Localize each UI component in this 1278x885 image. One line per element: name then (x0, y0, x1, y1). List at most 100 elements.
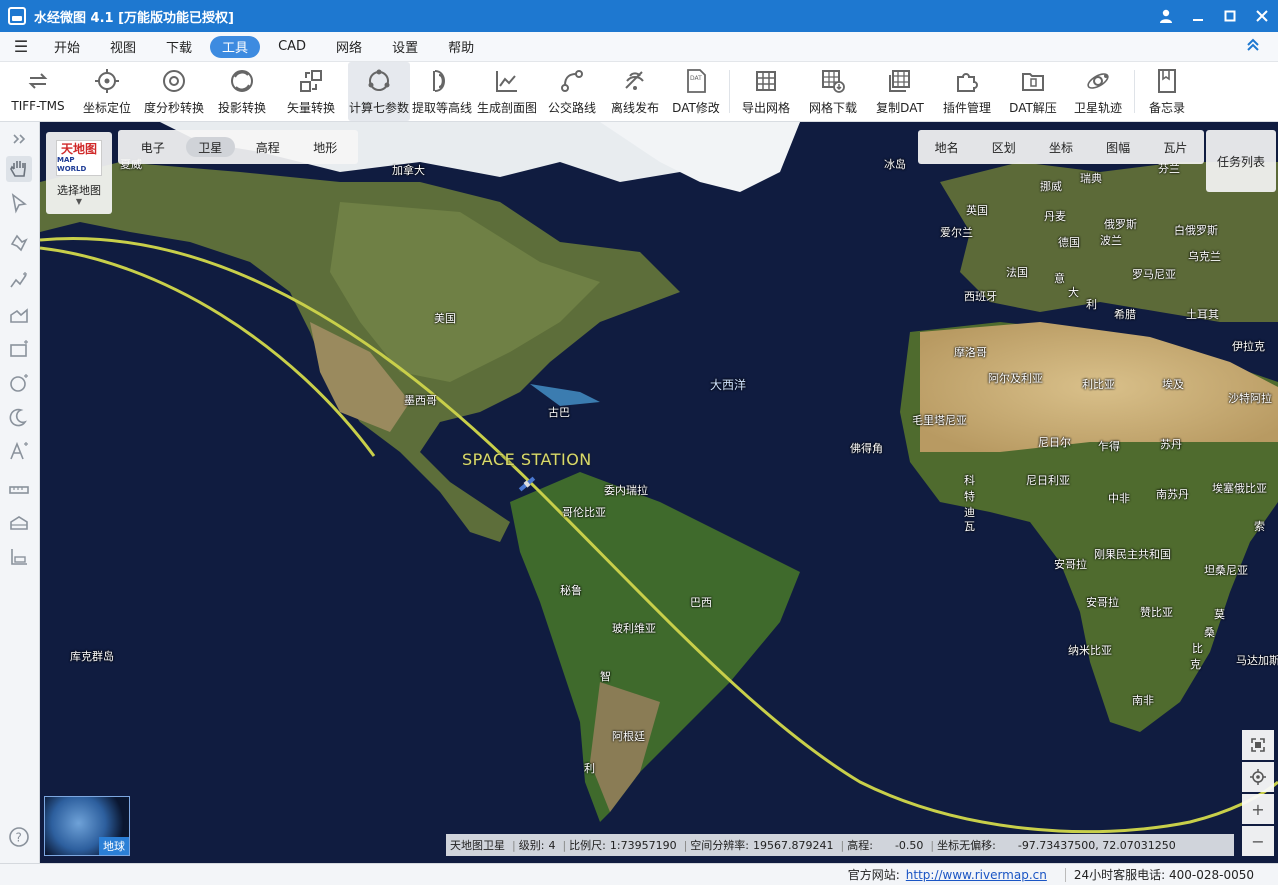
menu-start[interactable]: 开始 (42, 36, 92, 58)
menu-network[interactable]: 网络 (324, 36, 374, 58)
map-label: 南非 (1132, 694, 1154, 707)
globe-view-button[interactable]: 地球 (44, 796, 130, 856)
tool-extract-contour[interactable]: 提取等高线 (410, 62, 474, 121)
task-list-button[interactable]: 任务列表 (1206, 130, 1276, 192)
tool-vector-convert[interactable]: 矢量转换 (274, 62, 348, 121)
tool-grid-download[interactable]: 网格下载 (799, 62, 867, 121)
expand-icon[interactable] (6, 126, 32, 152)
menu-cad[interactable]: CAD (266, 36, 318, 58)
map-label: 利 (584, 762, 595, 775)
tool-dat-edit[interactable]: DAT DAT修改 (666, 62, 726, 121)
zoom-in-icon[interactable]: + (1242, 794, 1274, 824)
map-label: 白俄罗斯 (1174, 224, 1218, 237)
tool-memo[interactable]: 备忘录 (1138, 62, 1196, 121)
map-label: 毛里塔尼亚 (912, 414, 967, 427)
tool-coordinate-locate[interactable]: 坐标定位 (76, 62, 138, 121)
layer-sheets[interactable]: 图幅 (1106, 139, 1130, 156)
menu-view[interactable]: 视图 (98, 36, 148, 58)
maximize-icon[interactable] (1214, 0, 1246, 32)
tool-label: 导出网格 (741, 101, 790, 115)
tool-dms-convert[interactable]: 度分秒转换 (138, 62, 210, 121)
zoom-out-icon[interactable]: − (1242, 826, 1274, 856)
minimize-icon[interactable] (1182, 0, 1214, 32)
status-scale: 1:73957190 (609, 838, 677, 852)
fullscreen-icon[interactable] (1242, 730, 1274, 760)
map-type-terrain[interactable]: 地形 (301, 137, 351, 157)
menu-tools[interactable]: 工具 (210, 35, 261, 58)
map-type-elevation[interactable]: 高程 (243, 137, 293, 157)
draw-area-icon[interactable] (6, 302, 32, 328)
memo-icon (1154, 68, 1180, 94)
user-icon[interactable] (1150, 0, 1182, 32)
map-label: 埃塞俄比亚 (1212, 482, 1267, 495)
map-type-electronic[interactable]: 电子 (128, 137, 178, 157)
map-label: 德国 (1058, 236, 1080, 249)
select-arrow-icon[interactable] (6, 190, 32, 216)
collapse-ribbon-icon[interactable] (1246, 38, 1260, 56)
map-label: 瑞典 (1080, 172, 1102, 185)
tool-tiff-tms[interactable]: TIFF-TMS (0, 62, 76, 121)
chevron-down-icon: ▼ (75, 197, 83, 206)
dat-edit-icon: DAT (683, 68, 709, 94)
map-label: 纳米比亚 (1068, 644, 1112, 657)
map-label: 智 (600, 670, 611, 683)
menu-download[interactable]: 下载 (154, 36, 204, 58)
tool-label: 矢量转换 (286, 101, 335, 115)
grid-download-icon (820, 68, 846, 94)
layer-tiles[interactable]: 瓦片 (1163, 139, 1187, 156)
left-tool-strip: ? (0, 122, 40, 863)
tool-satellite-track[interactable]: 卫星轨迹 (1065, 62, 1131, 121)
status-source: 天地图卫星 (450, 839, 505, 852)
map-label: 大 (1068, 286, 1079, 299)
tool-projection-convert[interactable]: 投影转换 (210, 62, 274, 121)
toolbar-separator (729, 70, 730, 113)
status-separator (1064, 867, 1066, 882)
map-label: 科 (964, 474, 975, 487)
tool-copy-dat[interactable]: 复制DAT (867, 62, 933, 121)
hamburger-menu-icon[interactable]: ☰ (0, 37, 42, 56)
draw-circle-icon[interactable] (6, 370, 32, 396)
map-label: 土耳其 (1186, 308, 1219, 321)
map-label: 爱尔兰 (940, 226, 973, 239)
select-map-button[interactable]: 天地图 MAP WORLD 选择地图 ▼ (46, 132, 112, 214)
tool-profile-chart[interactable]: 生成剖面图 (474, 62, 540, 121)
zoom-controls: + − (1242, 730, 1274, 858)
map-label: 美国 (434, 312, 456, 325)
website-link[interactable]: http://www.rivermap.cn (906, 868, 1047, 882)
layer-coordinates[interactable]: 坐标 (1049, 139, 1073, 156)
draw-rectangle-icon[interactable] (6, 336, 32, 362)
map-label: 沙特阿拉 (1228, 392, 1272, 405)
map-world-logo: 天地图 MAP WORLD (56, 140, 102, 176)
pan-hand-icon[interactable] (6, 156, 32, 182)
title-bar: 水经微图 4.1 [万能版功能已授权] (0, 0, 1278, 32)
menu-settings[interactable]: 设置 (380, 36, 430, 58)
measure-area-icon[interactable] (6, 510, 32, 536)
tool-plugin-manage[interactable]: 插件管理 (933, 62, 1001, 121)
measure-height-icon[interactable] (6, 544, 32, 570)
draw-crescent-icon[interactable] (6, 404, 32, 430)
draw-point-icon[interactable] (6, 230, 32, 256)
tool-label: 提取等高线 (411, 101, 472, 115)
map-label: 苏丹 (1160, 438, 1182, 451)
tool-offline-publish[interactable]: 离线发布 (604, 62, 666, 121)
add-text-icon[interactable] (6, 438, 32, 464)
tool-dat-unzip[interactable]: DAT解压 (1001, 62, 1065, 121)
map-view[interactable]: 加拿大 冰岛 挪威 瑞典 芬兰 英国 丹麦 爱尔兰 俄罗斯 德国 波兰 白俄罗斯… (40, 122, 1278, 863)
menu-help[interactable]: 帮助 (436, 36, 486, 58)
tool-seven-params[interactable]: 计算七参数 (348, 62, 410, 121)
locate-icon[interactable] (1242, 762, 1274, 792)
help-icon[interactable]: ? (6, 824, 32, 850)
layer-boundaries[interactable]: 区划 (992, 139, 1016, 156)
map-label: 马达加斯 (1236, 654, 1278, 667)
map-label: 乍得 (1098, 440, 1120, 453)
tool-label: 坐标定位 (82, 101, 131, 115)
draw-polyline-icon[interactable] (6, 268, 32, 294)
map-type-switcher: 电子 卫星 高程 地形 (118, 130, 358, 164)
measure-distance-icon[interactable] (6, 476, 32, 502)
tool-export-grid[interactable]: 导出网格 (733, 62, 799, 121)
map-type-satellite[interactable]: 卫星 (185, 137, 235, 157)
tool-bus-route[interactable]: 公交路线 (540, 62, 604, 121)
close-icon[interactable] (1246, 0, 1278, 32)
layer-toggle-panel: 地名 区划 坐标 图幅 瓦片 (918, 130, 1204, 164)
layer-place-names[interactable]: 地名 (935, 139, 959, 156)
